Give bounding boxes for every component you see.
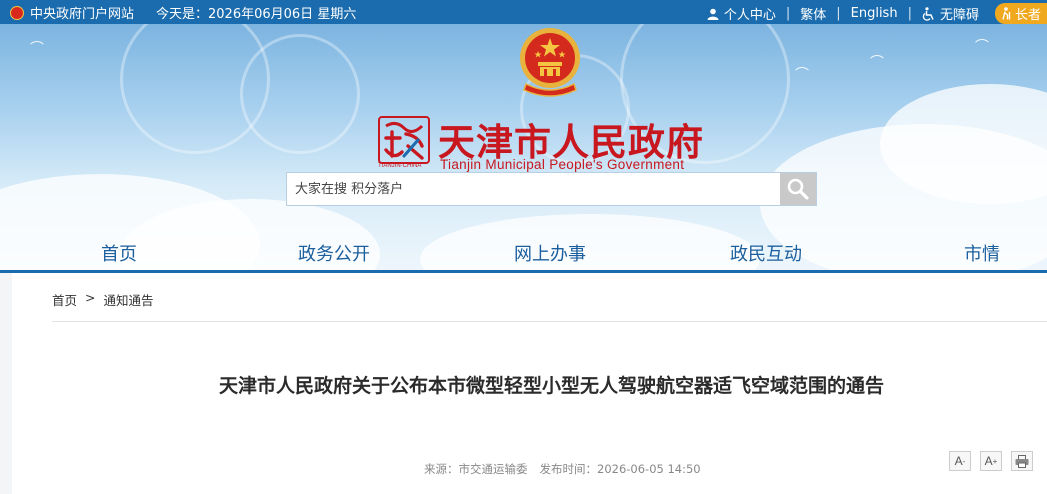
elder-mode-label: 长者 [1014, 8, 1041, 23]
breadcrumb-home[interactable]: 首页 [52, 290, 77, 309]
nav-item-online-services[interactable]: 网上办事 [514, 240, 586, 266]
nav-item-home[interactable]: 首页 [101, 240, 137, 266]
user-center-label: 个人中心 [723, 8, 776, 23]
breadcrumb-current[interactable]: 通知通告 [104, 290, 154, 309]
wheelchair-icon [922, 6, 934, 21]
current-date: 今天是：2026年06月06日 星期六 [156, 7, 357, 22]
accessibility-link[interactable]: 无障碍 [912, 4, 989, 23]
accessibility-label: 无障碍 [939, 8, 979, 23]
separator: | [907, 6, 912, 21]
article-tools: A- A + [949, 451, 1033, 471]
divider [52, 321, 1047, 322]
nav-underline [0, 270, 1047, 273]
font-decrease-button[interactable]: A- [949, 451, 971, 471]
nav-item-city-info[interactable]: 市情 [964, 240, 1000, 266]
decorative-flower [240, 34, 360, 154]
article-title: 天津市人民政府关于公布本市微型轻型小型无人驾驶航空器适飞空域范围的通告 [218, 375, 884, 397]
central-gov-portal-link[interactable]: 中央政府门户网站 [30, 3, 134, 22]
user-icon [707, 8, 719, 20]
font-increase-button[interactable]: A + [980, 451, 1002, 471]
user-center-link[interactable]: 个人中心 [697, 4, 786, 23]
separator: | [836, 6, 841, 21]
bird-decoration: ⌒ [870, 55, 884, 71]
english-link[interactable]: English [841, 6, 908, 21]
minus-mark: - [962, 456, 966, 466]
tianjin-seal-logo [378, 116, 430, 164]
breadcrumb: 首页 > 通知通告 [52, 290, 154, 309]
search-button[interactable] [780, 173, 816, 205]
breadcrumb-separator: > [85, 290, 96, 305]
header-banner: ⌒ ⌒ ⌒ ⌒ TIANJIN·CHINA 天津市人民政府 Tianjin Mu… [0, 24, 1047, 271]
english-label: English [850, 6, 898, 21]
site-subtitle: Tianjin Municipal People's Government [440, 157, 685, 172]
traditional-label: 繁体 [800, 8, 827, 23]
bird-decoration: ⌒ [975, 39, 989, 55]
separator: | [785, 6, 791, 21]
main-navigation: 首页 政务公开 网上办事 政民互动 市情 [0, 240, 1047, 268]
search-box [286, 172, 817, 206]
print-icon [1015, 454, 1029, 468]
search-icon [787, 178, 809, 200]
nav-item-interaction[interactable]: 政民互动 [730, 240, 802, 266]
font-decrease-label: A [954, 454, 963, 468]
national-emblem-icon [10, 5, 24, 20]
plus-mark: + [992, 456, 998, 466]
elder-icon [1002, 7, 1011, 20]
font-increase-label: A [984, 454, 993, 468]
seal-caption: TIANJIN·CHINA [378, 163, 422, 169]
bird-decoration: ⌒ [30, 41, 44, 57]
print-button[interactable] [1011, 451, 1033, 471]
article-source: 来源：市交通运输委 [424, 462, 528, 476]
bird-decoration: ⌒ [795, 67, 809, 83]
search-input[interactable] [287, 173, 781, 205]
top-bar: 中央政府门户网站 今天是：2026年06月06日 星期六 个人中心 | 繁体 |… [0, 0, 1047, 24]
article-meta: 来源：市交通运输委 发布时间：2026-06-05 14:50 [424, 461, 701, 477]
traditional-chinese-link[interactable]: 繁体 [790, 4, 836, 23]
elder-mode-button[interactable]: 长者 [994, 3, 1047, 24]
national-emblem-icon [520, 28, 580, 97]
article-publish-time: 发布时间：2026-06-05 14:50 [539, 462, 701, 476]
nav-item-government-affairs[interactable]: 政务公开 [298, 240, 370, 266]
